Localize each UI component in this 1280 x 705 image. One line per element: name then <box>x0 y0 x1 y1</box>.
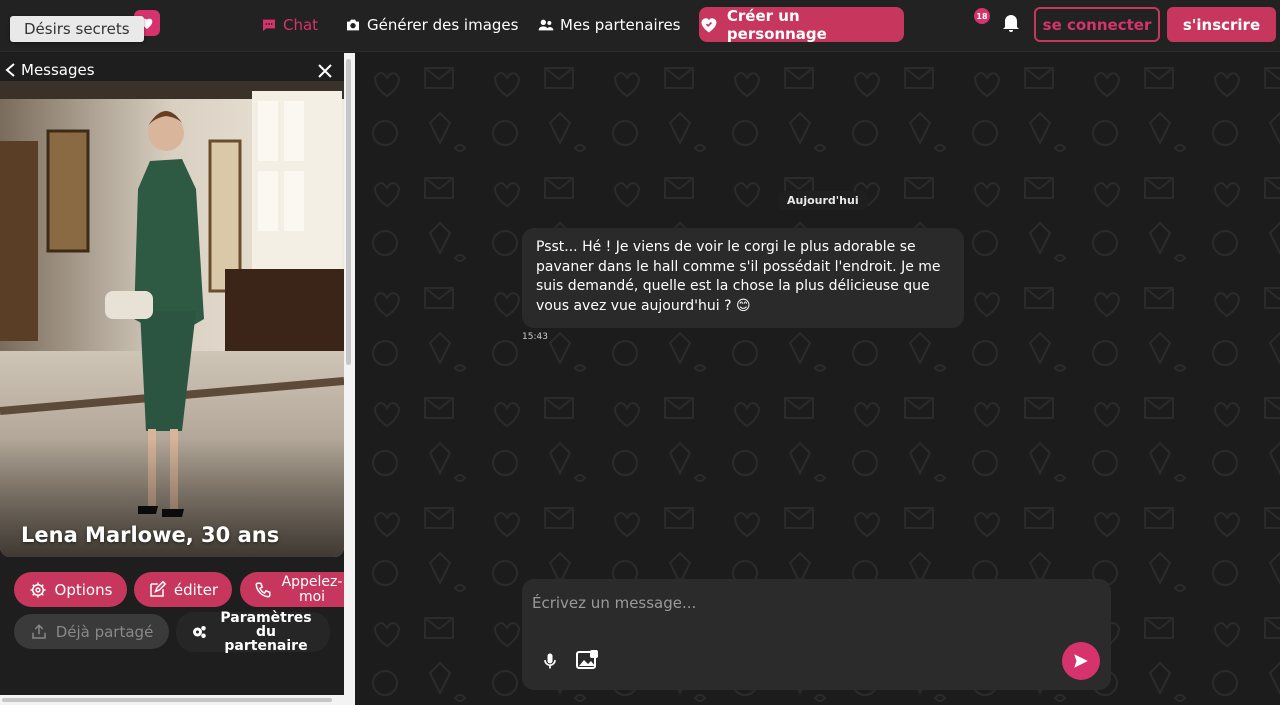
partner-settings-label: Paramètres du partenaire <box>220 610 312 654</box>
back-to-messages-link[interactable]: Messages <box>21 61 95 79</box>
nav-generate-images[interactable]: Générer des images <box>345 14 518 36</box>
panel-header: Messages <box>0 53 344 87</box>
options-button[interactable]: Options <box>14 572 127 607</box>
options-label: Options <box>54 580 113 599</box>
close-icon[interactable] <box>316 62 334 80</box>
edit-button[interactable]: éditer <box>134 572 232 607</box>
bell-icon[interactable] <box>999 10 1023 34</box>
phone-icon <box>255 582 271 598</box>
notification-count-badge: 18 <box>974 8 990 24</box>
send-icon <box>1074 654 1088 668</box>
panel-horizontal-scroll-thumb[interactable] <box>2 698 332 702</box>
gear-icon <box>30 582 46 597</box>
profile-photo <box>0 81 344 557</box>
message-timestamp: 15:43 <box>522 332 548 342</box>
call-me-button[interactable]: Appelez-moi <box>240 572 344 607</box>
partner-settings-button[interactable]: Paramètres du partenaire <box>176 610 330 654</box>
already-shared-label: Déjà partagé <box>55 622 154 641</box>
panel-scrollbar[interactable] <box>344 53 355 705</box>
call-me-label: Appelez-moi <box>281 573 343 605</box>
settings-gears-icon <box>193 626 206 638</box>
already-shared-button[interactable]: Déjà partagé <box>14 614 169 649</box>
create-character-button[interactable]: Créer un personnage <box>699 6 904 43</box>
message-bubble: Psst... Hé ! Je viens de voir le corgi l… <box>522 228 964 328</box>
date-separator: Aujourd'hui <box>778 191 868 210</box>
message-input[interactable] <box>532 591 1092 615</box>
nav-chat-label: Chat <box>283 16 319 34</box>
chat-icon <box>263 19 275 31</box>
heart-plus-icon <box>701 17 717 32</box>
edit-icon <box>150 580 166 597</box>
send-button[interactable] <box>1062 642 1100 680</box>
camera-icon <box>347 19 359 31</box>
share-icon <box>31 623 46 639</box>
profile-name: Lena Marlowe, 30 ans <box>21 523 280 547</box>
panel-scroll-thumb[interactable] <box>346 59 351 365</box>
chat-area: Aujourd'hui Psst... Hé ! Je viens de voi… <box>355 53 1280 705</box>
message-composer <box>522 579 1111 690</box>
nav-chat[interactable]: Chat <box>261 14 318 36</box>
image-upload-icon[interactable] <box>575 649 599 671</box>
panel-horizontal-scrollbar[interactable] <box>0 695 344 705</box>
nav-generate-label: Générer des images <box>367 16 519 34</box>
edit-label: éditer <box>173 580 219 599</box>
users-icon <box>538 19 554 31</box>
microphone-icon[interactable] <box>540 651 560 671</box>
nav-partners-label: Mes partenaires <box>560 16 681 34</box>
nav-my-partners[interactable]: Mes partenaires <box>538 14 681 36</box>
login-button[interactable]: se connecter <box>1034 7 1160 42</box>
signup-button[interactable]: s'inscrire <box>1167 7 1276 42</box>
logo-tooltip: Désirs secrets <box>10 16 144 42</box>
profile-panel: Messages Lena Marlowe, 30 ans Options éd… <box>0 53 344 705</box>
create-character-label: Créer un personnage <box>726 6 827 43</box>
chevron-left-icon[interactable] <box>4 62 18 78</box>
top-bar: Désirs secrets Chat Générer des images M… <box>0 0 1280 52</box>
